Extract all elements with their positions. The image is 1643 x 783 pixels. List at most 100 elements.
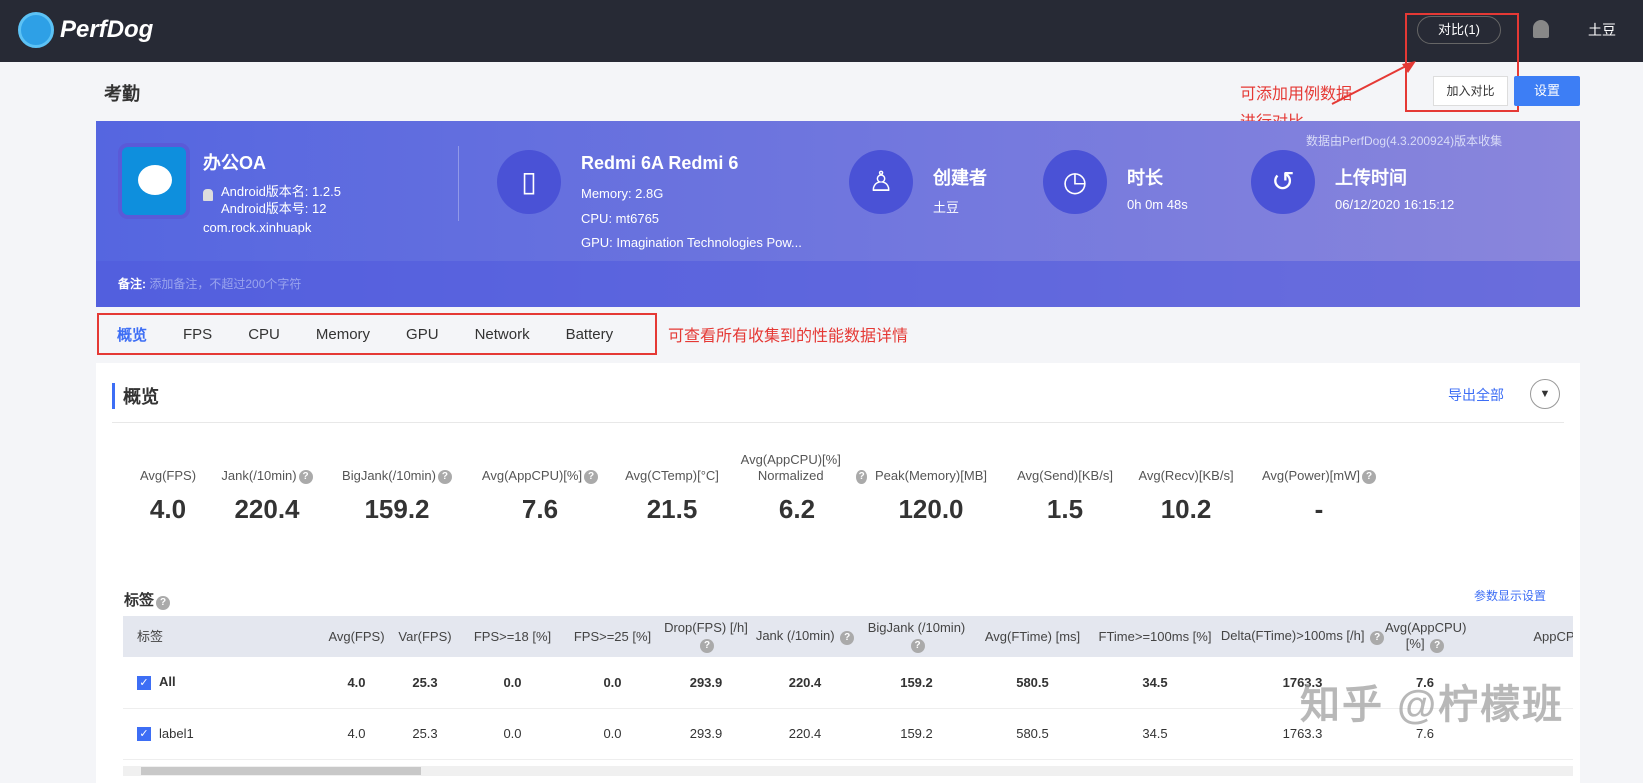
app-icon (118, 143, 190, 219)
perfdog-logo[interactable]: PerfDog (18, 12, 153, 48)
metric-label: Avg(Send)[KB/s] (995, 448, 1135, 484)
metric-label: BigJank(/10min)? (327, 448, 467, 484)
param-settings-link[interactable]: 参数显示设置 (1474, 587, 1546, 604)
chevron-down-icon[interactable]: ▼ (1530, 379, 1560, 409)
tab-network[interactable]: Network (457, 326, 548, 343)
help-icon[interactable]: ? (438, 470, 452, 484)
horizontal-scrollbar[interactable] (123, 766, 1573, 776)
table-cell: 34.5 (1090, 708, 1220, 759)
upload-label: 上传时间 (1335, 164, 1407, 190)
help-icon[interactable]: ? (1370, 631, 1384, 645)
metric-label: Avg(CTemp)[°C] (602, 448, 742, 484)
help-icon[interactable]: ? (840, 631, 854, 645)
metric-value: 159.2 (327, 494, 467, 525)
app-name: 办公OA (203, 149, 266, 175)
note-label: 备注: (118, 277, 146, 291)
column-header[interactable]: FTime>=100ms [%] (1090, 616, 1220, 657)
metric: Avg(AppCPU)[%] Normalized? 6.2 (727, 448, 867, 525)
metric: Avg(AppCPU)[%]?7.6 (470, 448, 610, 525)
labels-title: 标签? (124, 589, 170, 610)
settings-button[interactable]: 设置 (1514, 76, 1580, 106)
device-name: Redmi 6A Redmi 6 (581, 153, 738, 174)
note-field[interactable]: 备注: 添加备注，不超过200个字符 (96, 261, 1580, 307)
export-all-link[interactable]: 导出全部 (1448, 385, 1504, 405)
metric: Jank(/10min)? 220.4 (197, 448, 337, 525)
phone-icon: ▯ (497, 150, 561, 214)
metric-value: 6.2 (727, 494, 867, 525)
column-header[interactable]: Var(FPS) (390, 616, 460, 657)
tab-cpu[interactable]: CPU (230, 326, 298, 343)
table-cell: 293.9 (660, 657, 752, 708)
info-banner: 办公OA Android版本名: 1.2.5 Android版本号: 12 co… (96, 121, 1580, 307)
metric-label: Avg(AppCPU)[%] Normalized? (727, 448, 867, 484)
help-icon[interactable]: ? (1430, 639, 1444, 653)
tab-memory[interactable]: Memory (298, 326, 388, 343)
metric-value: - (1249, 494, 1389, 525)
column-header[interactable]: Avg(FTime) [ms] (975, 616, 1090, 657)
row-checkbox[interactable]: ✓ (137, 727, 151, 741)
table-cell: 0.0 (460, 657, 565, 708)
app-package: com.rock.xinhuapk (203, 220, 311, 235)
column-header[interactable]: Delta(FTime)>100ms [/h] ? (1220, 616, 1385, 657)
table-cell: 159.2 (858, 708, 975, 759)
table-cell: 159.2 (858, 657, 975, 708)
top-bar: PerfDog 对比(1) 土豆 (0, 0, 1643, 62)
metric-value: 220.4 (197, 494, 337, 525)
table-cell: 220.4 (752, 657, 858, 708)
tab-fps[interactable]: FPS (165, 326, 230, 343)
metric: Avg(Power)[mW]? - (1249, 448, 1389, 525)
column-header[interactable]: FPS>=18 [%] (460, 616, 565, 657)
metric-label: Avg(Power)[mW]? (1249, 448, 1389, 484)
column-header[interactable]: Avg(FPS) (323, 616, 390, 657)
app-version-code: Android版本号: 12 (221, 198, 327, 217)
table-cell: 0.0 (565, 708, 660, 759)
user-menu[interactable]: 土豆 (1588, 20, 1616, 40)
help-icon[interactable]: ? (584, 470, 598, 484)
creator-value: 土豆 (933, 197, 959, 216)
metric: BigJank(/10min)? 159.2 (327, 448, 467, 525)
metric-label: Jank(/10min)? (197, 448, 337, 484)
help-icon[interactable]: ? (911, 639, 925, 653)
help-icon[interactable]: ? (700, 639, 714, 653)
add-compare-button[interactable]: 加入对比 (1433, 76, 1508, 106)
column-header[interactable]: 标签 (123, 616, 323, 657)
column-header[interactable]: AppCP (1465, 616, 1573, 657)
creator-label: 创建者 (933, 164, 987, 190)
metric-label: Peak(Memory)[MB] (861, 448, 1001, 484)
tab-bar: 概览 FPS CPU Memory GPU Network Battery (97, 313, 657, 355)
help-icon[interactable]: ? (1362, 470, 1376, 484)
column-header[interactable]: Jank (/10min) ? (752, 616, 858, 657)
column-header[interactable]: FPS>=25 [%] (565, 616, 660, 657)
table-cell: 580.5 (975, 708, 1090, 759)
divider (112, 422, 1564, 423)
tab-battery[interactable]: Battery (548, 326, 632, 343)
metric-value: 7.6 (470, 494, 610, 525)
bell-icon[interactable] (1533, 20, 1549, 38)
metric: Avg(Recv)[KB/s] 10.2 (1116, 448, 1256, 525)
column-header[interactable]: Drop(FPS) [/h] ? (660, 616, 752, 657)
tab-overview[interactable]: 概览 (99, 324, 165, 345)
table-cell: 0.0 (565, 657, 660, 708)
metric-value: 120.0 (861, 494, 1001, 525)
section-title: 概览 (112, 383, 159, 409)
annotation-text: 可查看所有收集到的性能数据详情 (668, 322, 908, 346)
help-icon: ? (156, 596, 170, 610)
watermark: 知乎 @柠檬班 (1300, 672, 1564, 730)
row-checkbox[interactable]: ✓ (137, 676, 151, 690)
device-cpu: CPU: mt6765 (581, 211, 659, 226)
upload-value: 06/12/2020 16:15:12 (1335, 197, 1454, 212)
duration-value: 0h 0m 48s (1127, 197, 1188, 212)
metric-label: Avg(Recv)[KB/s] (1116, 448, 1256, 484)
user-icon: ♙ (849, 150, 913, 214)
table-cell: 293.9 (660, 708, 752, 759)
metric-value: 21.5 (602, 494, 742, 525)
column-header[interactable]: Avg(AppCPU) [%] ? (1385, 616, 1465, 657)
help-icon[interactable]: ? (299, 470, 313, 484)
tab-gpu[interactable]: GPU (388, 326, 457, 343)
table-cell: ✓All (123, 657, 323, 708)
table-cell: 220.4 (752, 708, 858, 759)
column-header[interactable]: BigJank (/10min) ? (858, 616, 975, 657)
history-icon: ↺ (1251, 150, 1315, 214)
note-placeholder[interactable]: 添加备注，不超过200个字符 (149, 277, 301, 291)
metric-value: 10.2 (1116, 494, 1256, 525)
